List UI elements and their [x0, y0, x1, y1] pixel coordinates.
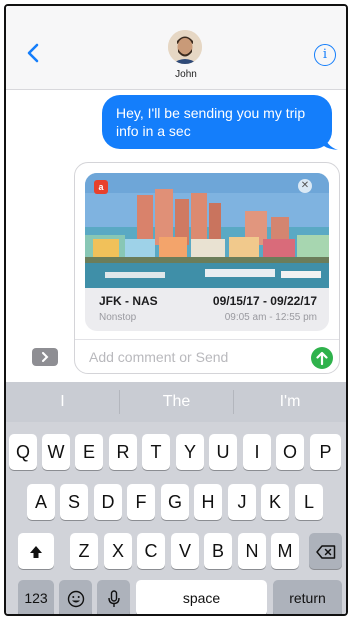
- key-y[interactable]: Y: [176, 434, 204, 470]
- arrow-up-icon: [316, 351, 328, 365]
- avatar[interactable]: [168, 30, 202, 64]
- compose-panel: a ✕ JFK - NAS 09/15/17 - 09/22/17 Nonsto…: [74, 162, 340, 374]
- key-l[interactable]: L: [295, 484, 323, 520]
- microphone-icon: [107, 590, 120, 608]
- send-button[interactable]: [311, 347, 333, 369]
- comment-input[interactable]: [89, 347, 299, 367]
- key-g[interactable]: G: [161, 484, 189, 520]
- prediction-2[interactable]: The: [120, 382, 233, 422]
- trip-card[interactable]: a ✕ JFK - NAS 09/15/17 - 09/22/17 Nonsto…: [85, 173, 329, 331]
- chevron-left-icon: [27, 43, 39, 63]
- prediction-3[interactable]: I'm: [234, 382, 346, 422]
- resort-photo: [85, 173, 329, 288]
- expand-apps-button[interactable]: [32, 348, 58, 366]
- key-f[interactable]: F: [127, 484, 155, 520]
- delete-key[interactable]: [309, 533, 342, 569]
- key-m[interactable]: M: [271, 533, 299, 569]
- key-n[interactable]: N: [238, 533, 266, 569]
- return-key[interactable]: return: [273, 580, 342, 614]
- dictation-key[interactable]: [97, 580, 130, 614]
- space-key[interactable]: space: [136, 580, 267, 614]
- trip-route: JFK - NAS: [99, 294, 158, 308]
- app-badge-icon: a: [94, 180, 108, 194]
- keyboard: I The I'm Q W E R T Y U I O P A S D F G …: [6, 382, 346, 614]
- numbers-key[interactable]: 123: [18, 580, 54, 614]
- key-d[interactable]: D: [94, 484, 122, 520]
- key-r[interactable]: R: [109, 434, 137, 470]
- contact-photo-icon: [168, 30, 202, 64]
- key-k[interactable]: K: [261, 484, 289, 520]
- prediction-1[interactable]: I: [6, 382, 119, 422]
- back-button[interactable]: [22, 40, 44, 66]
- close-icon[interactable]: ✕: [298, 179, 312, 193]
- key-t[interactable]: T: [142, 434, 170, 470]
- key-e[interactable]: E: [75, 434, 103, 470]
- shift-key[interactable]: [18, 533, 54, 569]
- key-w[interactable]: W: [42, 434, 70, 470]
- key-i[interactable]: I: [243, 434, 271, 470]
- outgoing-message-bubble[interactable]: Hey, I'll be sending you my trip info in…: [102, 95, 332, 149]
- predictive-bar: I The I'm: [6, 382, 346, 422]
- trip-stops: Nonstop: [99, 312, 137, 323]
- chevron-right-icon: [42, 352, 49, 362]
- key-q[interactable]: Q: [9, 434, 37, 470]
- key-b[interactable]: B: [204, 533, 232, 569]
- key-z[interactable]: Z: [70, 533, 98, 569]
- backspace-icon: [315, 545, 335, 559]
- key-v[interactable]: V: [171, 533, 199, 569]
- key-p[interactable]: P: [310, 434, 341, 470]
- trip-dates: 09/15/17 - 09/22/17: [212, 294, 317, 308]
- key-c[interactable]: C: [137, 533, 165, 569]
- key-u[interactable]: U: [209, 434, 237, 470]
- info-button[interactable]: i: [314, 44, 336, 66]
- emoji-icon: [67, 591, 84, 608]
- key-x[interactable]: X: [104, 533, 132, 569]
- compose-divider: [75, 339, 339, 340]
- messages-screen: John i Hey, I'll be sending you my trip …: [4, 4, 348, 616]
- emoji-key[interactable]: [59, 580, 92, 614]
- contact-name: John: [175, 69, 197, 80]
- trip-times: 09:05 am - 12:55 pm: [224, 312, 317, 323]
- key-j[interactable]: J: [228, 484, 256, 520]
- key-s[interactable]: S: [60, 484, 88, 520]
- shift-icon: [30, 546, 42, 559]
- key-h[interactable]: H: [194, 484, 222, 520]
- conversation-header: John i: [6, 6, 346, 90]
- key-o[interactable]: O: [276, 434, 304, 470]
- key-a[interactable]: A: [27, 484, 55, 520]
- bubble-tail-icon: [324, 134, 338, 150]
